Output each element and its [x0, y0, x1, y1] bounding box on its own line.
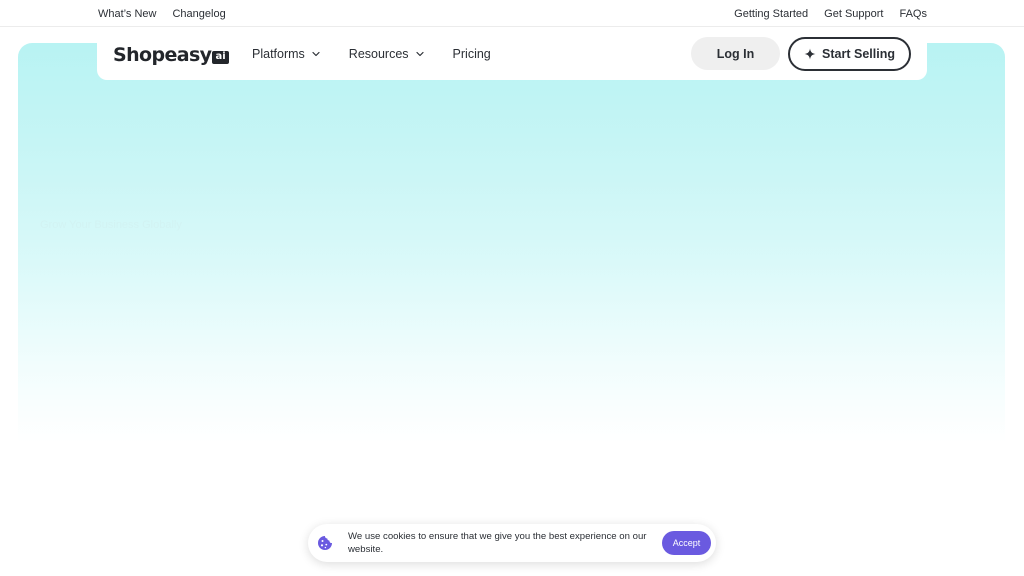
nav-item-platforms[interactable]: Platforms	[252, 47, 321, 61]
login-button[interactable]: Log In	[691, 37, 780, 70]
shopeasy-logo[interactable]: Shopeasy ai	[113, 41, 229, 67]
faqs-link[interactable]: FAQs	[899, 8, 927, 20]
nav-item-label: Pricing	[452, 47, 491, 61]
accept-button-label: Accept	[672, 538, 701, 548]
chevron-down-icon	[415, 51, 424, 57]
changelog-link[interactable]: Changelog	[172, 8, 225, 20]
nav-item-pricing[interactable]: Pricing	[453, 47, 491, 61]
login-button-label: Log In	[716, 46, 755, 61]
whats-new-link[interactable]: What’s New	[98, 8, 156, 20]
hero-section: Grow Your Business Globally	[18, 43, 1005, 443]
cookie-icon	[318, 536, 332, 550]
start-selling-button[interactable]: Start Selling	[788, 37, 911, 71]
hero-faint-text: Grow Your Business Globally	[40, 219, 182, 231]
logo-ai-badge: ai	[212, 51, 229, 64]
cookie-banner: We use cookies to ensure that we give yo…	[308, 524, 716, 562]
logo-text: Shopeasy	[113, 44, 212, 66]
accept-cookies-button[interactable]: Accept	[662, 531, 711, 555]
nav-item-resources[interactable]: Resources	[349, 47, 425, 61]
sparkle-icon	[804, 48, 816, 60]
nav-item-label: Resources	[348, 47, 409, 61]
top-utility-left-links: What’s New Changelog	[98, 0, 226, 27]
cookie-message: We use cookies to ensure that we give yo…	[348, 531, 647, 555]
chevron-down-icon	[312, 51, 320, 57]
main-navbar: Shopeasy ai Platforms Resources Pricing …	[97, 28, 927, 80]
get-support-link[interactable]: Get Support	[824, 8, 883, 20]
nav-links: Platforms Resources Pricing	[252, 28, 491, 80]
nav-item-label: Platforms	[252, 47, 305, 61]
top-utility-right-links: Getting Started Get Support FAQs	[734, 0, 927, 27]
start-selling-label: Start Selling	[822, 47, 895, 61]
getting-started-link[interactable]: Getting Started	[734, 8, 808, 20]
top-utility-bar: What’s New Changelog Getting Started Get…	[0, 0, 1024, 27]
